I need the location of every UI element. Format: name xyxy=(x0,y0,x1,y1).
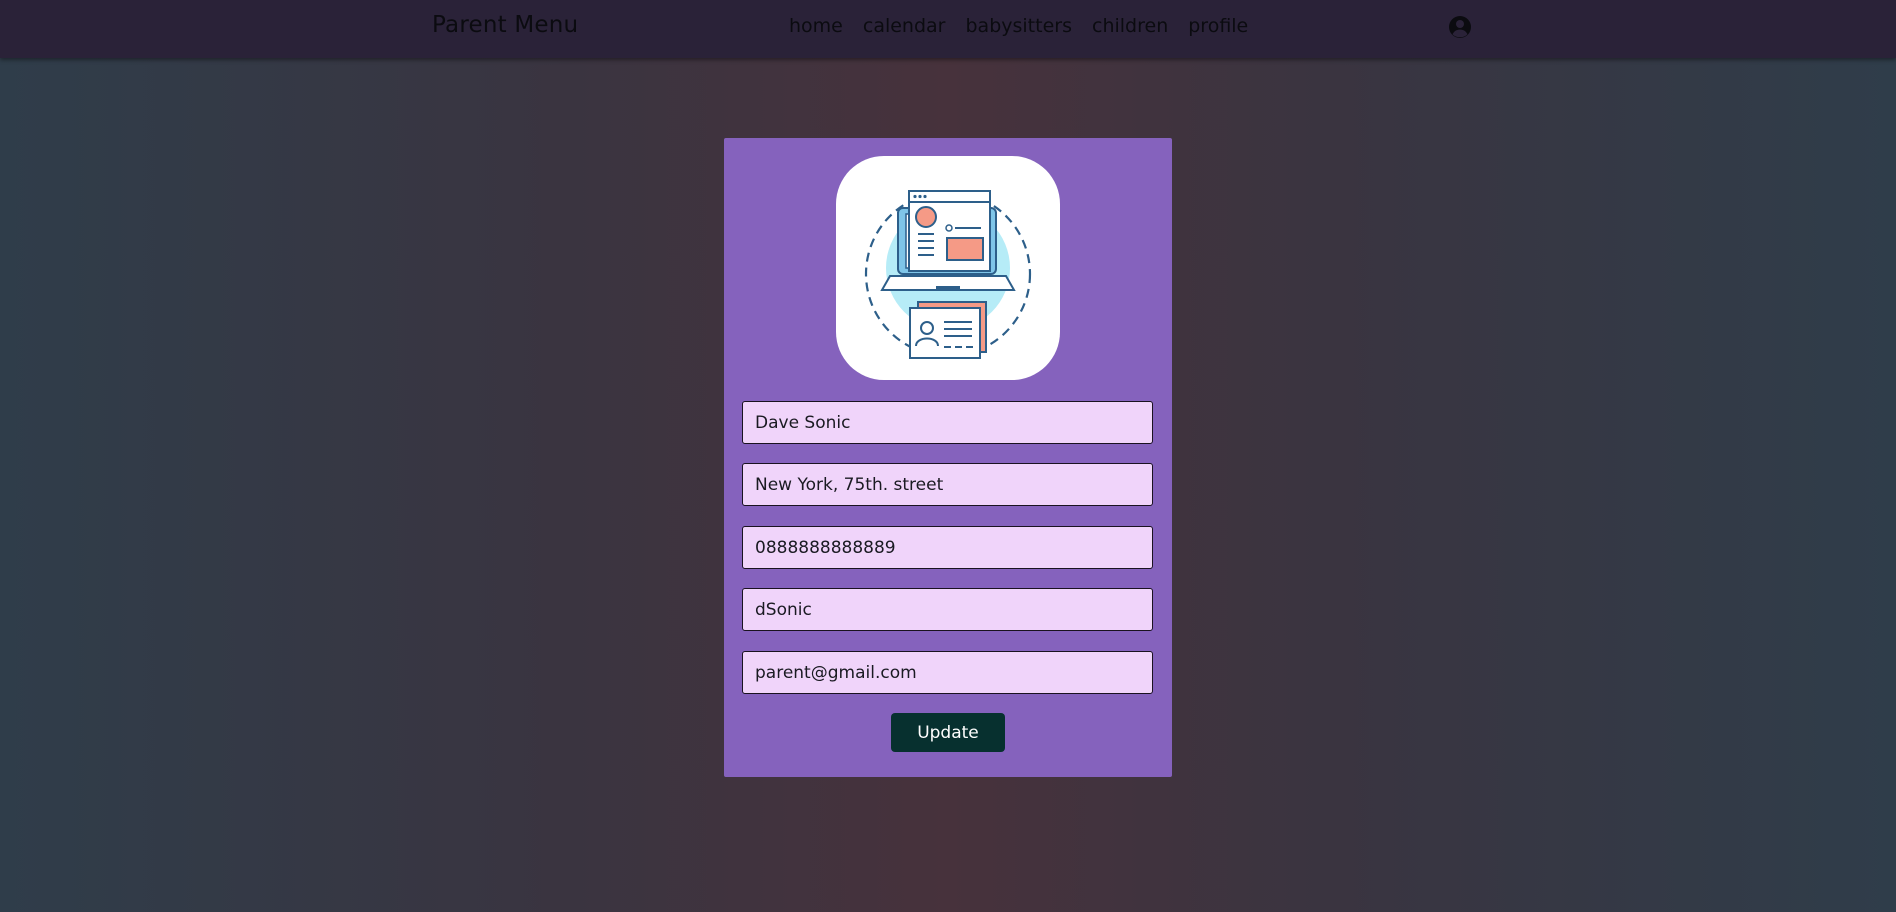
address-field[interactable] xyxy=(742,463,1153,506)
phone-field[interactable] xyxy=(742,526,1153,569)
nav-link-profile[interactable]: profile xyxy=(1188,15,1248,37)
nav-links: home calendar babysitters children profi… xyxy=(789,15,1268,37)
name-field[interactable] xyxy=(742,401,1153,444)
account-circle-icon[interactable] xyxy=(1448,15,1472,39)
nav-link-home[interactable]: home xyxy=(789,15,843,37)
profile-laptop-id-card-icon xyxy=(864,190,1032,359)
profile-card: Update xyxy=(724,138,1172,777)
nav-link-calendar[interactable]: calendar xyxy=(863,15,946,37)
profile-logo xyxy=(836,156,1060,380)
update-button[interactable]: Update xyxy=(891,713,1005,752)
nav-link-children[interactable]: children xyxy=(1092,15,1168,37)
brand-title[interactable]: Parent Menu xyxy=(432,12,578,38)
top-navbar: Parent Menu home calendar babysitters ch… xyxy=(0,0,1896,58)
username-field[interactable] xyxy=(742,588,1153,631)
nav-link-babysitters[interactable]: babysitters xyxy=(966,15,1073,37)
email-field[interactable] xyxy=(742,651,1153,694)
